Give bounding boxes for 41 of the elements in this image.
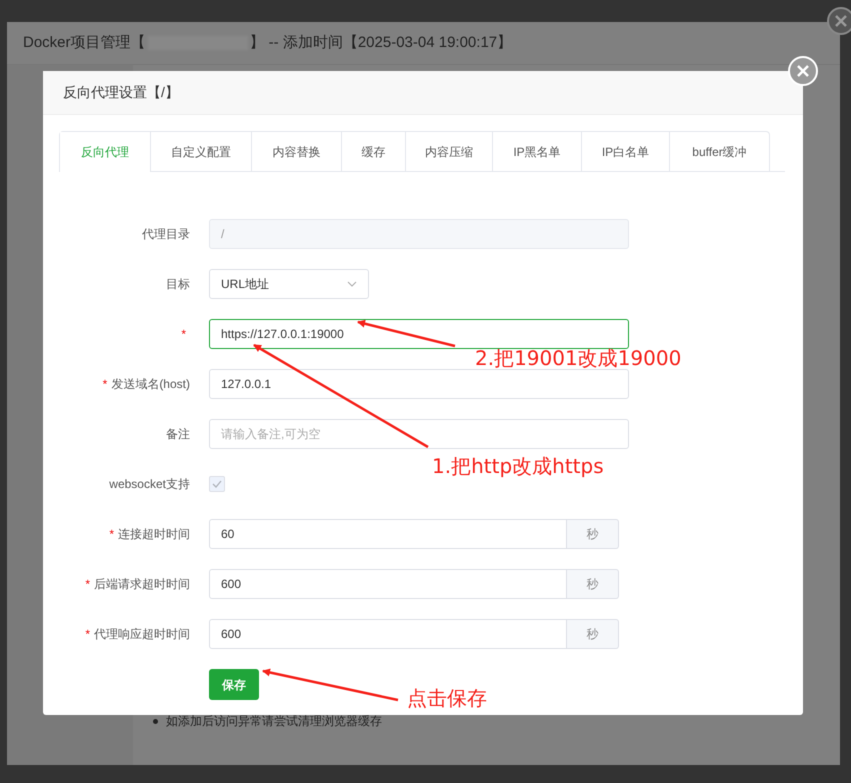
- field-label: 备注: [166, 426, 190, 443]
- unit-addon: 秒: [567, 569, 619, 599]
- chevron-down-icon: [347, 281, 357, 287]
- input-field[interactable]: 60: [209, 519, 567, 549]
- window-title: Docker项目管理【: [23, 32, 146, 53]
- tab[interactable]: 缓存: [341, 132, 405, 171]
- annotation-text: 点击保存: [407, 685, 487, 712]
- annotation-text: 1.把http改成https: [432, 453, 604, 480]
- field-label: 代理响应超时时间: [94, 626, 190, 643]
- input-field[interactable]: 127.0.0.1: [209, 369, 629, 399]
- tab[interactable]: IP白名单: [581, 132, 669, 171]
- unit-addon: 秒: [567, 519, 619, 549]
- field-label: 发送域名(host): [111, 376, 190, 393]
- tab[interactable]: buffer缓冲: [669, 132, 769, 171]
- close-icon[interactable]: [827, 7, 851, 35]
- check-icon: [212, 480, 222, 488]
- close-icon: [796, 64, 810, 78]
- field-label: 目标: [166, 276, 190, 293]
- select-field[interactable]: URL地址: [209, 269, 369, 299]
- field-label: 后端请求超时时间: [94, 576, 190, 593]
- tab[interactable]: 内容替换: [251, 132, 341, 171]
- required-mark: *: [181, 326, 186, 343]
- tab[interactable]: IP黑名单: [492, 132, 581, 171]
- bullet-icon: [153, 718, 158, 724]
- window-title: 】 -- 添加时间【2025-03-04 19:00:17】: [250, 32, 512, 53]
- required-mark: *: [109, 526, 114, 543]
- unit-addon: 秒: [567, 619, 619, 649]
- field-label: 代理目录: [142, 226, 190, 243]
- input-field[interactable]: 600: [209, 569, 567, 599]
- tab[interactable]: 自定义配置: [150, 132, 251, 171]
- dialog-title: 反向代理设置【/】: [63, 83, 179, 102]
- field-label: 连接超时时间: [118, 526, 190, 543]
- input-field[interactable]: 请输入备注,可为空: [209, 419, 629, 449]
- field-label: websocket支持: [109, 476, 190, 493]
- required-mark: *: [85, 626, 90, 643]
- input-field[interactable]: https://127.0.0.1:19000: [209, 319, 629, 349]
- tab[interactable]: 内容压缩: [405, 132, 492, 171]
- required-mark: *: [102, 376, 108, 393]
- required-mark: *: [85, 576, 90, 593]
- note-text: 如添加后访问异常请尝试清理浏览器缓存: [166, 713, 382, 730]
- input-field[interactable]: 600: [209, 619, 567, 649]
